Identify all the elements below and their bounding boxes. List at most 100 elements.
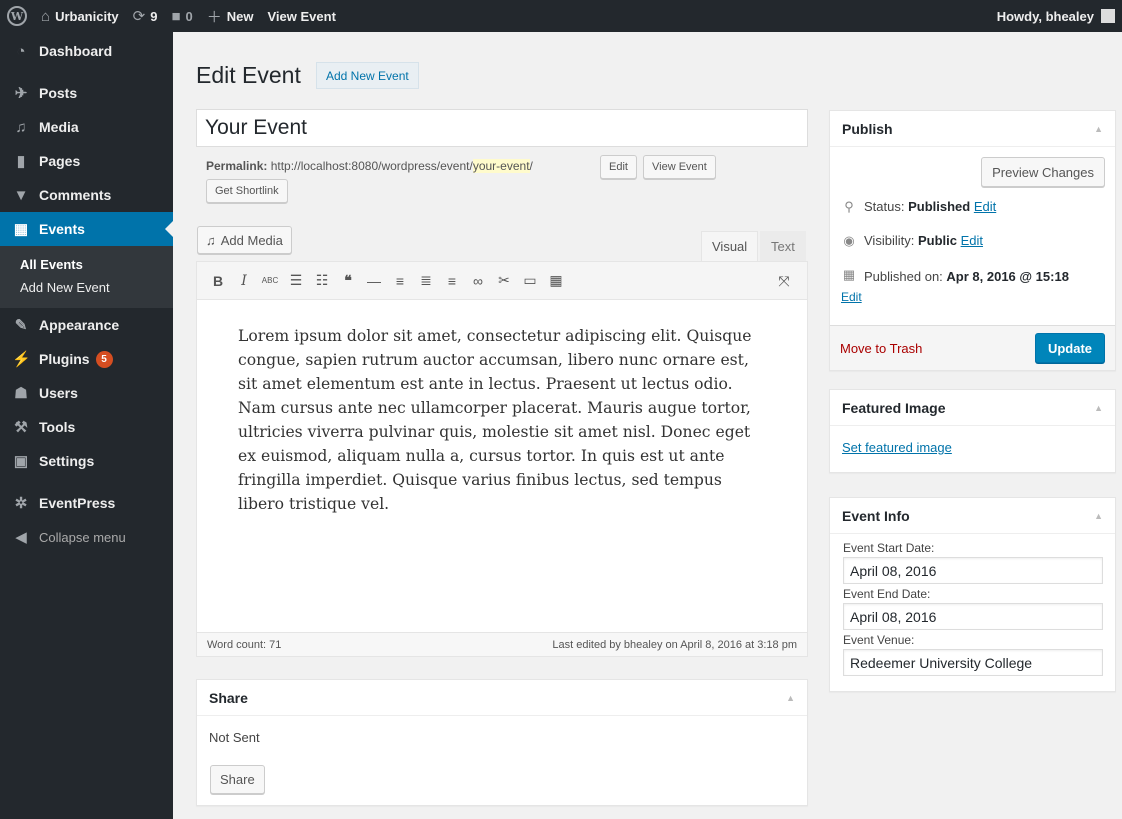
sidebar-item-pages[interactable]: ▮ Pages (0, 144, 173, 178)
sidebar-item-users[interactable]: ☗ Users (0, 376, 173, 410)
wp-logo-menu[interactable]: W (0, 0, 34, 32)
admin-bar: W ⌂ Urbanicity ⟳ 9 ■ 0 ＋ New View Event … (0, 0, 1122, 32)
site-name: Urbanicity (55, 8, 119, 24)
share-button[interactable]: Share (210, 765, 265, 794)
plugins-update-badge: 5 (95, 350, 113, 368)
set-featured-image-link[interactable]: Set featured image (842, 440, 952, 455)
publish-actions: Move to Trash Update (830, 325, 1115, 370)
submenu-all-events[interactable]: All Events (0, 253, 173, 276)
sidebar-item-posts[interactable]: ✈ Posts (0, 76, 173, 110)
tab-visual[interactable]: Visual (701, 231, 759, 261)
get-shortlink-button[interactable]: Get Shortlink (206, 179, 288, 203)
preview-changes-button[interactable]: Preview Changes (981, 157, 1105, 187)
sidebar-item-dashboard[interactable]: ◔ Dashboard (0, 34, 173, 68)
post-title-input[interactable]: Your Event (196, 109, 808, 147)
align-center-icon[interactable]: ≣ (415, 269, 437, 293)
sidebar-item-media[interactable]: ♫ Media (0, 110, 173, 144)
add-new-event-button[interactable]: Add New Event (316, 62, 419, 89)
tab-text[interactable]: Text (760, 231, 806, 261)
numbered-list-icon[interactable]: ☷ (311, 269, 333, 293)
sidebar-item-comments[interactable]: ▼ Comments (0, 178, 173, 212)
howdy-text: Howdy, bhealey (996, 8, 1094, 24)
plus-icon: ＋ (206, 8, 222, 26)
featured-image-title: Featured Image (842, 399, 946, 416)
blockquote-icon[interactable]: ❝ (337, 269, 359, 293)
edit-permalink-button[interactable]: Edit (600, 155, 637, 179)
add-media-button[interactable]: ♫ Add Media (197, 226, 292, 254)
event-info-header[interactable]: Event Info ▲ (830, 498, 1115, 534)
end-date-label: Event End Date: (843, 587, 931, 601)
start-date-label: Event Start Date: (843, 541, 935, 555)
gear-icon: ✲ (14, 495, 28, 512)
sidebar-item-appearance[interactable]: ✎ Appearance (0, 308, 173, 342)
read-more-icon[interactable]: ▭ (519, 269, 541, 293)
publish-box-header[interactable]: Publish ▲ (830, 111, 1115, 147)
update-button[interactable]: Update (1034, 333, 1105, 363)
sidebar-item-settings[interactable]: ▣ Settings (0, 444, 173, 478)
published-value: Apr 8, 2016 @ 15:18 (946, 269, 1069, 284)
collapse-toggle-icon[interactable]: ▲ (1094, 124, 1103, 134)
sidebar-item-label: Comments (39, 187, 112, 203)
align-right-icon[interactable]: ≡ (441, 269, 463, 293)
comments-menu[interactable]: ■ 0 (164, 0, 199, 32)
event-info-title: Event Info (842, 507, 910, 524)
avatar (1101, 9, 1115, 23)
permalink-trail: / (529, 159, 533, 173)
wordpress-logo-icon: W (7, 6, 27, 26)
site-name-menu[interactable]: ⌂ Urbanicity (34, 0, 126, 32)
featured-image-header[interactable]: Featured Image ▲ (830, 390, 1115, 426)
unlink-icon[interactable]: ✂ (493, 269, 515, 293)
calendar-icon: ▦ (13, 221, 29, 238)
publish-box-title: Publish (842, 120, 893, 137)
permalink-slug[interactable]: your-event (472, 159, 530, 173)
pin-icon: ✈ (14, 85, 28, 102)
sidebar-item-eventpress[interactable]: ✲ EventPress (0, 486, 173, 520)
permalink-base: http://localhost:8080/wordpress/event/ (270, 159, 473, 173)
edit-date-link[interactable]: Edit (841, 290, 862, 304)
toolbar-toggle-icon[interactable]: ▦ (545, 269, 567, 293)
updates-icon: ⟳ (132, 8, 146, 25)
bullet-list-icon[interactable]: ☰ (285, 269, 307, 293)
editor-content[interactable]: Lorem ipsum dolor sit amet, consectetur … (197, 300, 807, 516)
strikethrough-icon[interactable]: ABC (259, 269, 281, 293)
collapse-toggle-icon[interactable]: ▲ (786, 693, 795, 703)
users-icon: ☗ (14, 385, 28, 402)
collapse-toggle-icon[interactable]: ▲ (1094, 511, 1103, 521)
account-menu[interactable]: Howdy, bhealey (990, 0, 1122, 32)
collapse-toggle-icon[interactable]: ▲ (1094, 403, 1103, 413)
end-date-input[interactable]: April 08, 2016 (843, 603, 1103, 630)
sidebar-item-label: EventPress (39, 495, 116, 511)
permalink-row: Permalink: http://localhost:8080/wordpre… (206, 159, 533, 173)
status-row: ⚲ Status: Published Edit (840, 199, 996, 215)
italic-icon[interactable]: I (233, 269, 255, 293)
sidebar-item-label: Posts (39, 85, 78, 101)
share-box-header[interactable]: Share ▲ (197, 680, 807, 716)
view-event-link[interactable]: View Event (261, 0, 343, 32)
publish-box: Publish ▲ Preview Changes ⚲ Status: Publ… (829, 110, 1116, 371)
dashboard-icon: ◔ (16, 42, 26, 60)
venue-label: Event Venue: (843, 633, 915, 647)
sidebar-item-events[interactable]: ▦ Events (0, 212, 173, 246)
editor-toolbar: B I ABC ☰ ☷ ❝ — ≡ ≣ ≡ ∞ ✂ ▭ ▦ ⤧ (197, 262, 807, 300)
fullscreen-icon[interactable]: ⤧ (773, 269, 795, 293)
edit-visibility-link[interactable]: Edit (961, 233, 983, 248)
new-content-menu[interactable]: ＋ New (200, 0, 261, 32)
horizontal-line-icon[interactable]: — (363, 269, 385, 293)
venue-input[interactable]: Redeemer University College (843, 649, 1103, 676)
edit-status-link[interactable]: Edit (974, 199, 996, 214)
start-date-input[interactable]: April 08, 2016 (843, 557, 1103, 584)
collapse-menu-button[interactable]: ◀ Collapse menu (0, 520, 173, 554)
visibility-value: Public (917, 233, 957, 248)
view-event-button[interactable]: View Event (643, 155, 716, 179)
sidebar-item-label: Collapse menu (39, 529, 126, 545)
move-to-trash-link[interactable]: Move to Trash (840, 341, 922, 356)
align-left-icon[interactable]: ≡ (389, 269, 411, 293)
insert-link-icon[interactable]: ∞ (467, 269, 489, 293)
bold-icon[interactable]: B (207, 269, 229, 293)
page-title: Edit Event (196, 62, 301, 88)
submenu-add-new-event[interactable]: Add New Event (0, 276, 173, 299)
sidebar-item-plugins[interactable]: ⚡ Plugins 5 (0, 342, 173, 376)
updates-menu[interactable]: ⟳ 9 (126, 0, 165, 32)
media-icon: ♫ (15, 118, 27, 136)
sidebar-item-tools[interactable]: ⚒ Tools (0, 410, 173, 444)
